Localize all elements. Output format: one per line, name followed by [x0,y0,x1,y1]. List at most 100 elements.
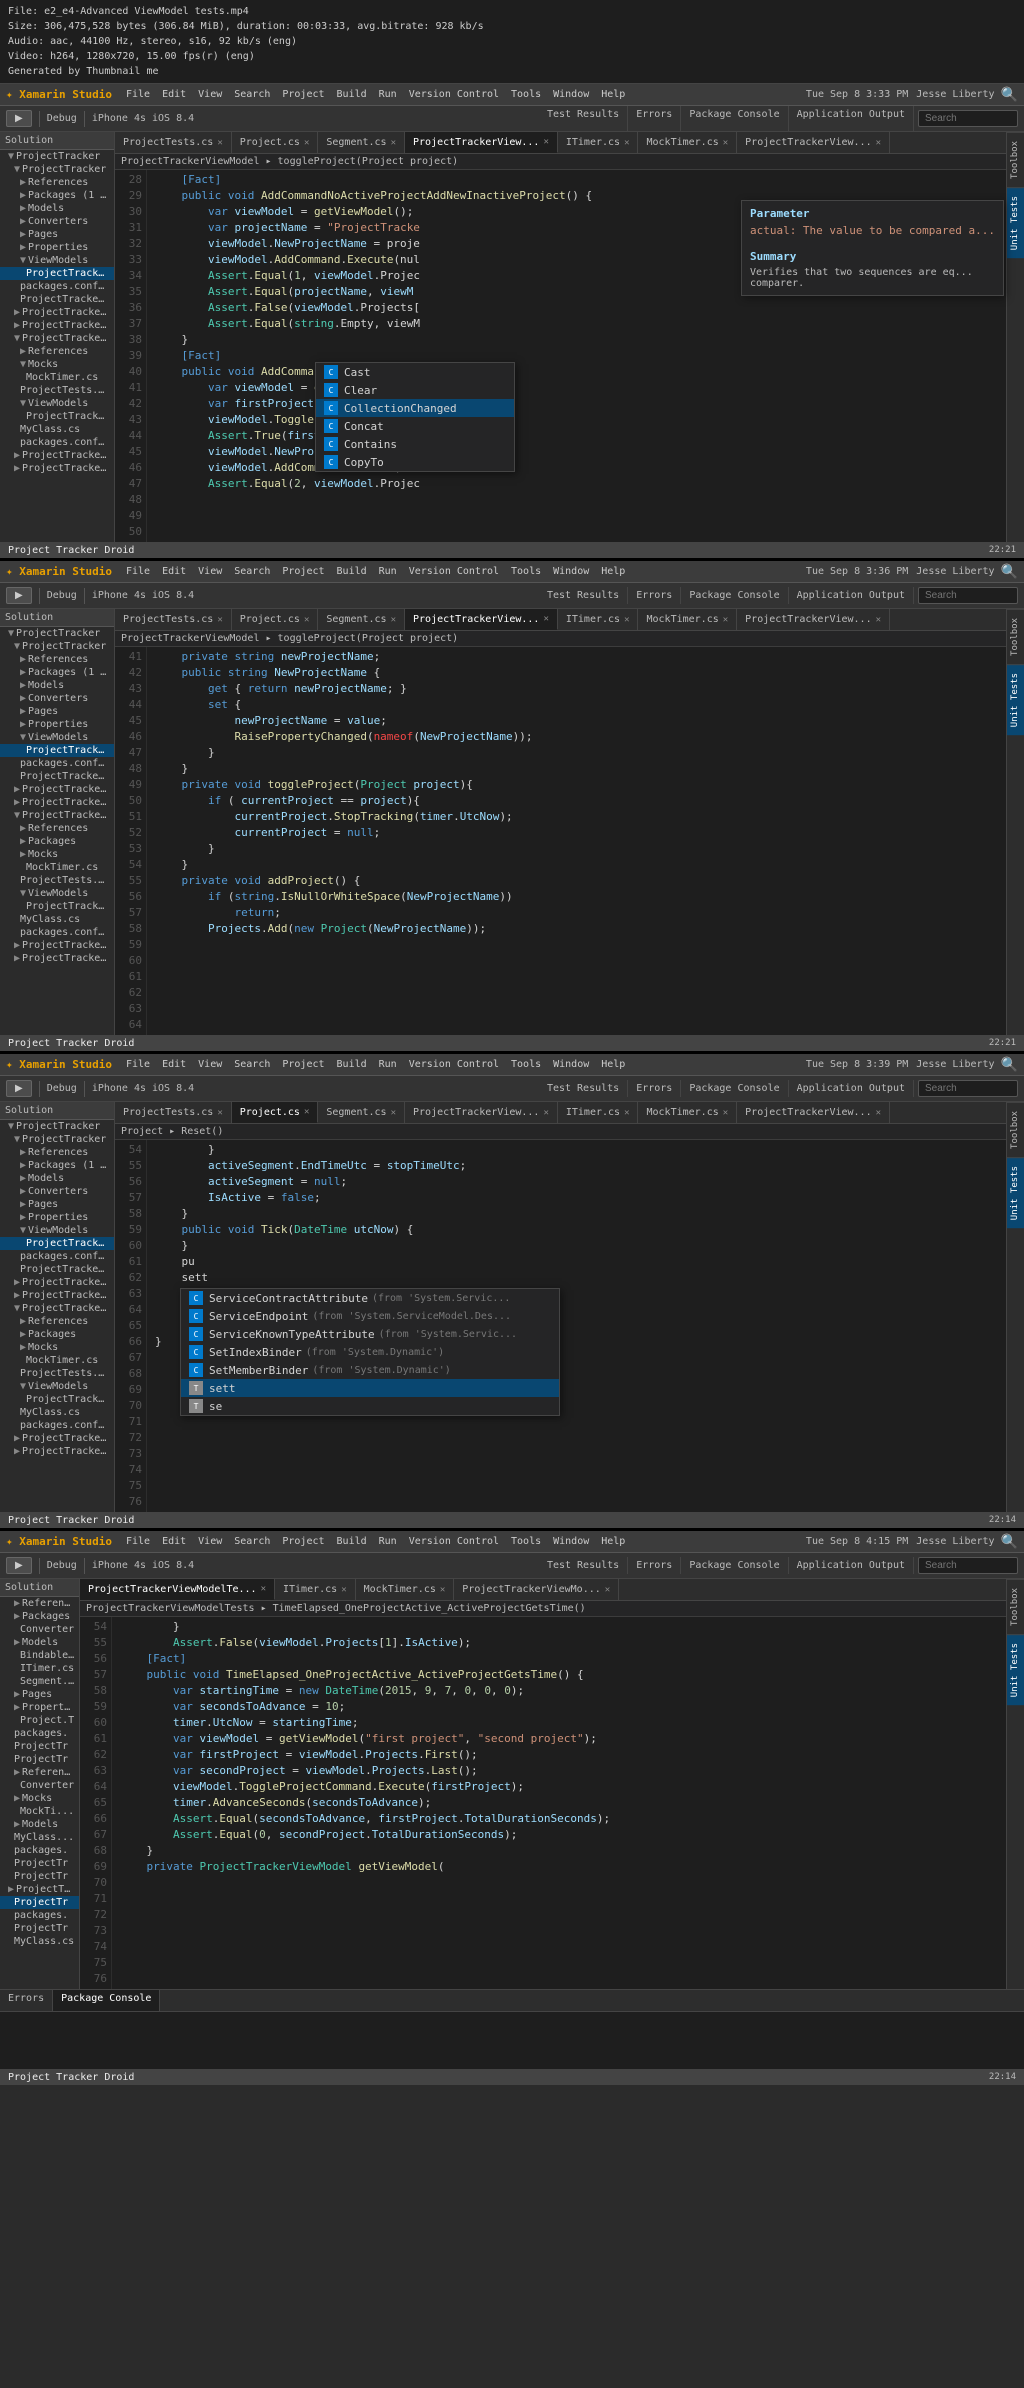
menu-project-4[interactable]: Project [276,1536,330,1547]
tree-props-2[interactable]: ▶Properties [0,718,114,731]
tab-app-output-3[interactable]: Application Output [789,1080,914,1097]
menu-search-3[interactable]: Search [228,1059,276,1070]
tab-seg2-1[interactable]: Segment.cs ✕ [318,609,405,630]
menu-build-4[interactable]: Build [331,1536,373,1547]
play-btn-2[interactable]: ▶ [6,587,32,604]
tab-mt3-1[interactable]: MockTimer.cs ✕ [638,1102,737,1123]
tab-pkg-console-3[interactable]: Package Console [681,1080,788,1097]
tree-t-droid-3[interactable]: ▶ProjectTracker.Tests.Dro... [0,1432,114,1445]
tab-pkg-console-1[interactable]: Package Console [681,106,788,132]
tree-convs-3[interactable]: ▶Converters [0,1185,114,1198]
menu-file-3[interactable]: File [120,1059,156,1070]
tab-ptvm2-2[interactable]: ProjectTrackerView... ✕ [737,609,890,630]
tree-myclass4[interactable]: MyClass.cs [0,1935,79,1948]
tree-pt-3[interactable]: ▼ProjectTracker [0,1133,114,1146]
menu-vc[interactable]: Version Control [403,89,505,100]
menu-view-4[interactable]: View [192,1536,228,1547]
tree-pkgs-3[interactable]: ▶Packages (1 update) [0,1159,114,1172]
tree-tpkg4[interactable]: packages. [0,1844,79,1857]
toolbox-tab-4[interactable]: Toolbox [1007,1579,1024,1634]
menu-help[interactable]: Help [595,89,631,100]
tab-mt4-1[interactable]: MockTimer.cs ✕ [356,1579,455,1600]
tab-projecttests-1[interactable]: ProjectTests.cs ✕ [115,132,232,153]
tree-tmod4[interactable]: ▶Models [0,1818,79,1831]
menu-project-3[interactable]: Project [276,1059,330,1070]
unit-tests-tab-4[interactable]: Unit Tests [1007,1634,1024,1705]
tree-pkgcfg4[interactable]: packages. [0,1727,79,1740]
tab-test-results-3[interactable]: Test Results [539,1080,628,1097]
tree-tptd4[interactable]: ProjectTr [0,1870,79,1883]
tab-ptvm3-1[interactable]: ProjectTrackerView... ✕ [405,1102,558,1123]
tab-project3[interactable]: Project.cs ✕ [232,1102,319,1123]
tree-myclass-2[interactable]: MyClass.cs [0,913,114,926]
ac3-sett[interactable]: Tsett [181,1379,559,1397]
tree-t-refs-3[interactable]: ▶References [0,1315,114,1328]
tree-pt4[interactable]: Project.T [0,1714,79,1727]
unit-tests-tab-1[interactable]: Unit Tests [1007,187,1024,258]
play-btn-3[interactable]: ▶ [6,1080,32,1097]
menu-edit-2[interactable]: Edit [156,566,192,577]
tree-myclass-1[interactable]: MyClass.cs [0,423,114,436]
search-input-1[interactable] [918,110,1018,127]
toolbox-tab-2[interactable]: Toolbox [1007,609,1024,664]
menu-edit-3[interactable]: Edit [156,1059,192,1070]
menu-edit[interactable]: Edit [156,89,192,100]
btab-pkg-console-4[interactable]: Package Console [53,1990,160,2011]
tree-pkgs2-3[interactable]: ▶Packages [0,1328,114,1341]
unit-tests-tab-3[interactable]: Unit Tests [1007,1157,1024,1228]
tree-projecttracker-1[interactable]: ▼ProjectTracker [0,163,114,176]
tree-t-refs-2[interactable]: ▶References [0,822,114,835]
code-content-2[interactable]: private string newProjectName; public st… [147,647,1024,1035]
tree-droid-1[interactable]: ▶ProjectTracker.Droid [0,306,114,319]
tree-myclass-3[interactable]: MyClass.cs [0,1406,114,1419]
menu-help-3[interactable]: Help [595,1059,631,1070]
tree-bind4[interactable]: Bindable... [0,1649,79,1662]
tree-tests-1[interactable]: ▼ProjectTracker.Tests [0,332,114,345]
tab-test-results-2[interactable]: Test Results [539,587,628,604]
tab-mt2-1[interactable]: MockTimer.cs ✕ [638,609,737,630]
ac-contains[interactable]: CContains [316,435,514,453]
tree-packages-1[interactable]: ▶Packages (1 update) [0,189,114,202]
ac3-sca[interactable]: CServiceContractAttribute (from 'System.… [181,1289,559,1307]
tree-ui-tests-2[interactable]: ▶ProjectTracker.UITests [0,952,114,965]
tab-ptvm4-2[interactable]: ITimer.cs ✕ [275,1579,356,1600]
tree-mt4[interactable]: MockTi... [0,1805,79,1818]
tree-seg4[interactable]: Segment.cs [0,1675,79,1688]
toolbox-tab-3[interactable]: Toolbox [1007,1102,1024,1157]
ac3-se[interactable]: CServiceEndpoint (from 'System.ServiceMo… [181,1307,559,1325]
menu-vc-2[interactable]: Version Control [403,566,505,577]
menu-file-2[interactable]: File [120,566,156,577]
tree-references-1[interactable]: ▶References [0,176,114,189]
menu-tools-3[interactable]: Tools [505,1059,547,1070]
tree-pt-2[interactable]: ▼ProjectTracker [0,640,114,653]
tab-ptvm2-1[interactable]: ProjectTrackerView... ✕ [737,132,890,153]
tree-pages-2[interactable]: ▶Pages [0,705,114,718]
search-input-3[interactable] [918,1080,1018,1097]
tree-mocks-2[interactable]: ▶Mocks [0,848,114,861]
tree-vms-2[interactable]: ▼ViewModels [0,731,114,744]
tree-pkg-config2-1[interactable]: packages.config [0,436,114,449]
tree-pages-1[interactable]: ▶Pages [0,228,114,241]
ac-concat[interactable]: CConcat [316,417,514,435]
code-editor-3[interactable]: 5455565758596061626364656667686970717273… [115,1140,1024,1512]
tab-ptvm2-main[interactable]: ProjectTrackerView... ✕ [405,609,558,630]
menu-window[interactable]: Window [547,89,595,100]
menu-build-3[interactable]: Build [331,1059,373,1070]
tree-pt2-3[interactable]: ProjectTests.cs [0,1367,114,1380]
tree-ptest-2[interactable]: ProjectTests.cs [0,874,114,887]
search-input-4[interactable] [918,1557,1018,1574]
ac-copyto[interactable]: CCopyTo [316,453,514,471]
code-editor-1[interactable]: 2829303132333435363738394041424344454647… [115,170,1024,542]
tree-viewmodels-1[interactable]: ▼ViewModels [0,254,114,267]
tree-droid-2[interactable]: ▶ProjectTracker.Droid [0,783,114,796]
tree-tests-vm-1[interactable]: ▼ViewModels [0,397,114,410]
tree-sel4[interactable]: ProjectTr [0,1896,79,1909]
tab-errors-4[interactable]: Errors [628,1557,681,1574]
tree-refs-3[interactable]: ▶References [0,1146,114,1159]
menu-view-3[interactable]: View [192,1059,228,1070]
tree-props4[interactable]: ▶Properties [0,1701,79,1714]
tree-tests-refs-1[interactable]: ▶References [0,345,114,358]
tree-mycs4[interactable]: MyClass... [0,1831,79,1844]
tree-ui-tests-3[interactable]: ▶ProjectTracker.UITests [0,1445,114,1458]
menu-edit-4[interactable]: Edit [156,1536,192,1547]
